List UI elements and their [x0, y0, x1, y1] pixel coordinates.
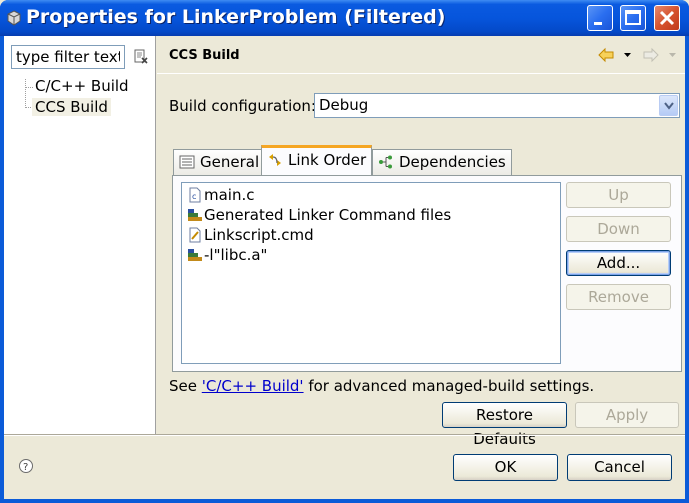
dropdown-button[interactable]	[659, 95, 678, 116]
tree-guide	[25, 79, 26, 108]
tab-label: General	[200, 153, 260, 171]
dependencies-icon	[379, 155, 392, 169]
svg-text:c: c	[192, 192, 196, 201]
svg-text:?: ?	[23, 462, 28, 473]
list-item[interactable]: Generated Linker Command files	[187, 206, 451, 226]
link-order-panel: c main.c Generated Linker Command files	[172, 175, 682, 372]
tree-item-cpp-build[interactable]: C/C++ Build	[32, 77, 132, 95]
dialog-client-area: C/C++ Build CCS Build CCS Build Build co…	[4, 36, 685, 499]
down-button[interactable]: Down	[566, 216, 671, 242]
chevron-down-icon	[669, 53, 676, 57]
minimize-icon	[594, 22, 602, 25]
cmd-file-icon	[189, 227, 201, 243]
tab-link-order[interactable]: Link Order	[261, 145, 373, 175]
library-icon	[188, 209, 202, 221]
tab-label: Dependencies	[399, 153, 506, 171]
add-button[interactable]: Add...	[566, 250, 671, 276]
page-header: CCS Build	[157, 36, 685, 74]
chevron-down-icon[interactable]	[624, 53, 631, 57]
tab-label: Link Order	[288, 151, 367, 169]
maximize-button[interactable]	[620, 5, 646, 31]
c-file-icon: c	[189, 187, 201, 203]
tab-dependencies[interactable]: Dependencies	[372, 149, 512, 175]
cancel-button[interactable]: Cancel	[567, 454, 672, 481]
minimize-button[interactable]	[587, 5, 613, 31]
tree-item-ccs-build[interactable]: CCS Build	[32, 98, 111, 116]
maximize-icon	[625, 10, 641, 25]
list-item[interactable]: -l"libc.a"	[187, 246, 267, 266]
help-icon[interactable]: ?	[18, 458, 34, 474]
window-title: Properties for LinkerProblem (Filtered)	[26, 6, 446, 28]
list-item[interactable]: c main.c	[187, 186, 255, 206]
page-title: CCS Build	[169, 48, 240, 63]
managed-build-note: See 'C/C++ Build' for advanced managed-b…	[169, 377, 595, 395]
clear-filter-icon[interactable]	[133, 49, 149, 65]
chevron-down-icon	[664, 102, 674, 110]
remove-button[interactable]: Remove	[566, 284, 671, 310]
link-order-list[interactable]: c main.c Generated Linker Command files	[181, 182, 561, 364]
apply-button[interactable]: Apply	[575, 402, 679, 428]
build-configuration-label: Build configuration:	[169, 97, 316, 115]
forward-arrow-icon	[643, 47, 659, 63]
dialog-separator	[4, 434, 685, 436]
build-configuration-select[interactable]: Debug	[314, 93, 680, 118]
tab-general[interactable]: General	[173, 149, 266, 175]
property-page: CCS Build Build configuration: Debug Gen…	[157, 36, 685, 448]
title-bar[interactable]: Properties for LinkerProblem (Filtered)	[0, 0, 689, 36]
properties-dialog: Properties for LinkerProblem (Filtered) …	[0, 0, 689, 503]
up-button[interactable]: Up	[566, 182, 671, 208]
link-order-icon	[269, 154, 281, 166]
list-item[interactable]: Linkscript.cmd	[187, 226, 314, 246]
cpp-build-link[interactable]: 'C/C++ Build'	[202, 377, 304, 395]
preference-tree-pane: C/C++ Build CCS Build	[4, 36, 156, 434]
filter-input[interactable]	[11, 45, 125, 69]
build-configuration-value: Debug	[319, 96, 369, 114]
app-icon	[7, 10, 21, 26]
back-arrow-icon[interactable]	[597, 47, 615, 63]
restore-defaults-button[interactable]: Restore Defaults	[442, 402, 567, 448]
library-icon	[188, 249, 202, 261]
ok-button[interactable]: OK	[453, 454, 558, 481]
close-button[interactable]	[654, 5, 680, 31]
close-icon	[659, 10, 675, 26]
general-icon	[179, 155, 195, 169]
